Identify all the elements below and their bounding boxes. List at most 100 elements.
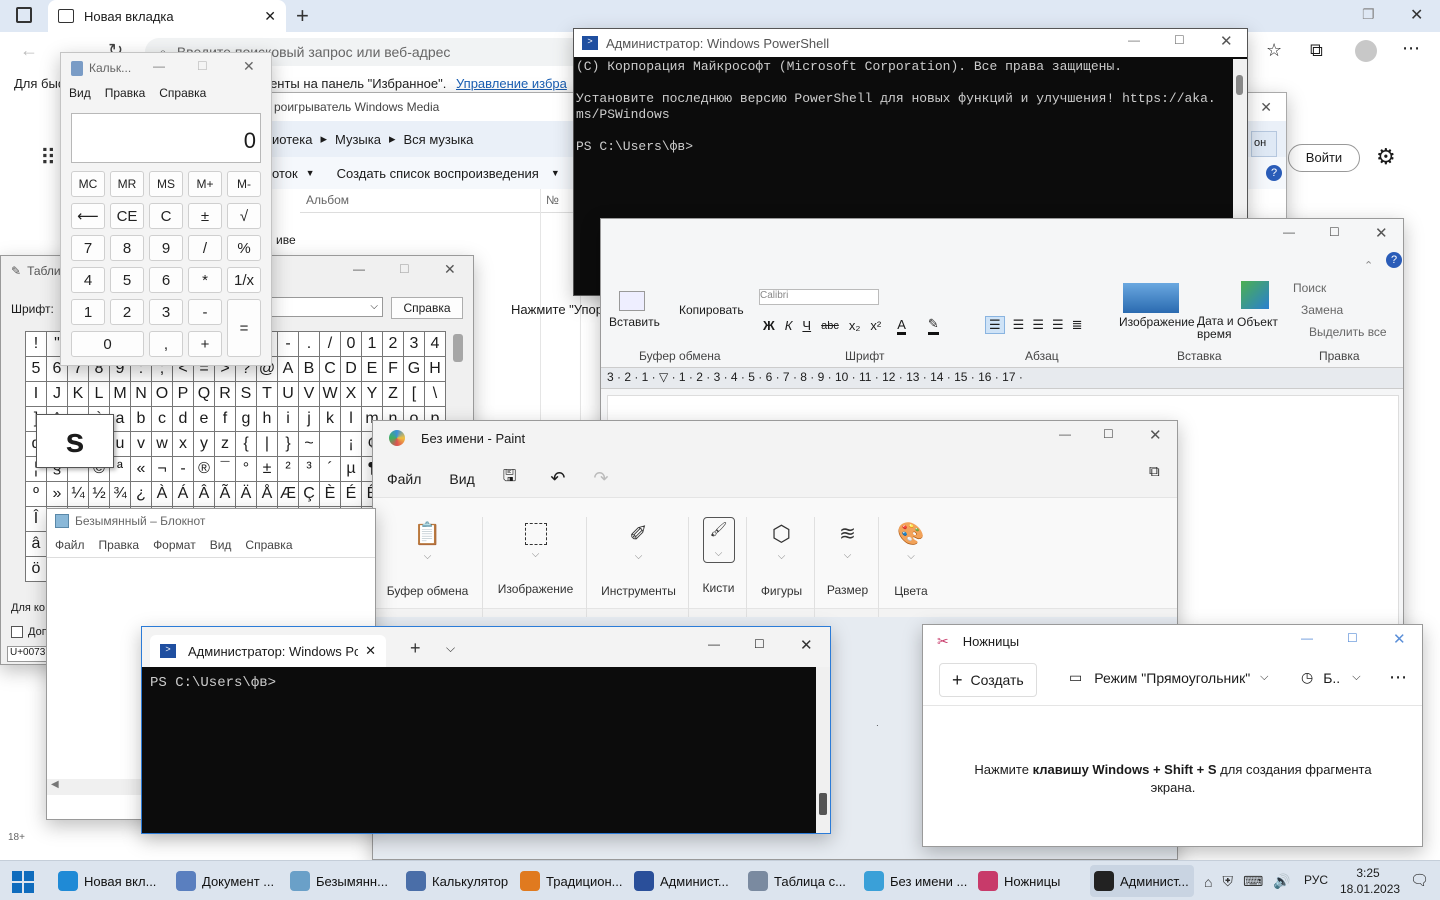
paste-icon[interactable] [619,291,645,311]
char-cell[interactable]: . [298,331,320,357]
signin-button[interactable]: Войти [1288,144,1360,172]
snip-new-button[interactable]: + Создать [939,663,1037,697]
char-cell[interactable]: L [88,381,110,407]
browser-tab[interactable]: Новая вкладка ✕ [48,0,286,32]
char-cell[interactable]: v [130,431,152,457]
font-color-button[interactable]: A [897,317,906,335]
calc-key[interactable]: 2 [110,299,144,325]
char-cell[interactable]: ® [193,456,215,482]
calc-maximize-icon[interactable]: ☐ [197,59,208,73]
insert-image-button[interactable]: Изображение [1119,315,1195,329]
tool-shapes[interactable]: ⬡ ⌵ Фигуры [749,517,815,625]
justify-icon[interactable]: ☰ [1052,317,1064,333]
taskbar-app[interactable]: Ножницы [978,865,1088,897]
calc-key[interactable]: 3 [149,299,183,325]
favorites-icon[interactable]: ☆ [1266,40,1282,61]
char-cell[interactable]: R [214,381,236,407]
create-playlist-menu[interactable]: Создать список воспроизведения [337,166,539,181]
char-cell[interactable]: C [319,356,341,382]
calc-menu-edit[interactable]: Правка [105,86,146,100]
char-cell[interactable]: Ã [214,481,236,507]
char-cell[interactable]: ¯ [214,456,236,482]
char-cell[interactable]: A [277,356,299,382]
calc-memory-key[interactable]: MC [71,171,105,197]
char-cell[interactable]: y [193,431,215,457]
calc-key[interactable]: 6 [149,267,183,293]
snip-more-icon[interactable]: ⋯ [1389,667,1407,688]
tray-app-icon[interactable]: ⌂ [1204,874,1212,890]
char-cell[interactable]: N [130,381,152,407]
char-cell[interactable]: O [151,381,173,407]
share-icon[interactable]: ⧉ [1149,463,1160,480]
charmap-help-button[interactable]: Справка [391,297,463,319]
copy-button[interactable]: Копировать [679,303,744,317]
calc-memory-key[interactable]: M- [227,171,261,197]
char-cell[interactable]: ¼ [67,481,89,507]
notepad-menu-edit[interactable]: Правка [99,538,140,552]
ps1-minimize-icon[interactable]: — [1128,33,1140,47]
terminal-scrollbar[interactable] [816,667,830,833]
char-cell[interactable]: ¾ [109,481,131,507]
paint-menu-file[interactable]: Файл [387,471,421,487]
font-select[interactable]: ⌵ [271,297,383,317]
char-cell[interactable]: â [25,531,47,557]
network-icon[interactable]: ⌨ [1243,873,1263,890]
calc-key[interactable]: 1 [71,299,105,325]
char-cell[interactable]: j [298,406,320,432]
superscript-button[interactable]: x² [870,318,881,333]
strikethrough-button[interactable]: abc [821,320,839,332]
char-cell[interactable]: - [277,331,299,357]
calc-key[interactable]: 4 [71,267,105,293]
char-cell[interactable]: Y [361,381,383,407]
album-column-header[interactable]: Альбом [300,189,540,213]
char-cell[interactable]: 1 [361,331,383,357]
char-cell[interactable]: - [172,456,194,482]
terminal-new-tab-icon[interactable]: + [410,638,421,659]
align-left-icon[interactable]: ☰ [985,316,1005,334]
char-cell[interactable]: c [151,406,173,432]
insert-object-icon[interactable] [1241,281,1269,309]
calc-key[interactable]: ⟵ [71,203,105,229]
char-cell[interactable]: È [319,481,341,507]
snip-minimize-icon[interactable]: — [1301,631,1313,645]
tray-security-icon[interactable]: ⛨ [1222,873,1233,890]
calc-key[interactable]: C [149,203,183,229]
char-cell[interactable]: { [235,431,257,457]
calc-minimize-icon[interactable]: — [153,59,165,73]
char-cell[interactable]: ¿ [130,481,152,507]
italic-button[interactable]: К [785,318,793,333]
char-cell[interactable]: ! [25,331,47,357]
calc-key-plus[interactable]: + [188,331,222,357]
font-name-box[interactable]: Calibri [759,289,879,305]
breadcrumb-music[interactable]: Музыка [335,132,381,147]
char-cell[interactable]: K [67,381,89,407]
close-tab-icon[interactable]: ✕ [264,8,276,25]
terminal-tab-close-icon[interactable]: ✕ [365,643,376,659]
char-cell[interactable]: g [235,406,257,432]
profile-avatar[interactable] [1355,40,1377,62]
char-cell[interactable]: P [172,381,194,407]
volume-icon[interactable]: 🔊 [1273,873,1290,890]
char-cell[interactable] [319,431,341,457]
highlight-icon[interactable]: ✎ [927,316,939,335]
insert-object-button[interactable]: Объект [1237,315,1278,329]
ribbon-collapse-icon[interactable]: ⌃ [1364,259,1373,272]
calc-key[interactable]: 7 [71,235,105,261]
help-icon[interactable]: ? [1266,165,1282,181]
tool-size[interactable]: ≋ ⌵ Размер [817,517,879,625]
char-cell[interactable]: d [172,406,194,432]
wordpad-minimize-icon[interactable]: — [1283,225,1295,239]
char-cell[interactable]: « [130,456,152,482]
taskbar-app[interactable]: Таблица с... [748,865,858,897]
align-right-icon[interactable]: ☰ [1032,317,1044,333]
char-cell[interactable]: Á [172,481,194,507]
settings-gear-icon[interactable]: ⚙ [1376,144,1396,170]
calc-key[interactable]: 8 [110,235,144,261]
calc-key[interactable]: 1/x [227,267,261,293]
media-close-icon[interactable]: ✕ [1260,99,1272,116]
tool-tools[interactable]: ✐ ⌵ Инструменты [589,517,689,625]
char-cell[interactable]: ² [277,456,299,482]
char-cell[interactable]: l [340,406,362,432]
char-cell[interactable]: b [130,406,152,432]
manage-favorites-link[interactable]: Управление избра [456,76,567,91]
